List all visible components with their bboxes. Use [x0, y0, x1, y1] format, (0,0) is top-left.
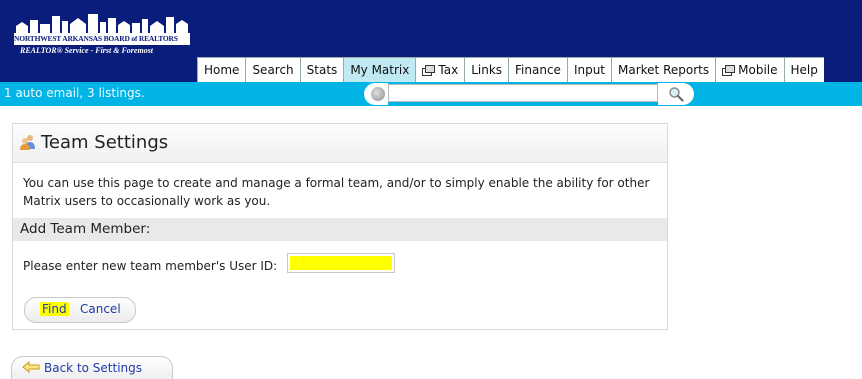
tab-label: Search — [252, 63, 294, 77]
quick-search — [364, 83, 694, 105]
tab-label: Tax — [438, 63, 459, 77]
find-button[interactable]: Find — [40, 302, 69, 316]
tab-label: Market Reports — [618, 63, 710, 77]
page-description: You can use this page to create and mana… — [23, 176, 650, 208]
tab-label: My Matrix — [350, 63, 410, 77]
tab-market-reports[interactable]: Market Reports — [611, 57, 716, 82]
logo-tagline: REALTOR® Service - First & Foremost — [20, 46, 154, 55]
tab-label: Input — [573, 63, 606, 77]
user-id-input[interactable] — [287, 253, 395, 273]
back-arrow-icon — [22, 361, 40, 373]
tab-stats[interactable]: Stats — [299, 57, 344, 82]
team-icon — [20, 135, 35, 150]
section-title: Add Team Member: — [20, 221, 151, 237]
search-left-cap — [364, 83, 388, 105]
team-settings-panel: Team Settings You can use this page to c… — [12, 123, 668, 330]
tab-label: Help — [790, 63, 818, 77]
status-bar: 1 auto email, 3 listings. — [0, 82, 862, 106]
page-title: Team Settings — [41, 132, 169, 153]
back-button-label: Back to Settings — [44, 361, 143, 375]
quick-search-input[interactable] — [388, 84, 658, 102]
tab-label: Home — [204, 63, 240, 77]
auto-email-status[interactable]: 1 auto email, 3 listings. — [4, 86, 145, 100]
nwa-board-logo[interactable]: NORTHWEST ARKANSAS BOARD of REALTORS REA… — [12, 12, 192, 58]
back-to-settings-button[interactable]: Back to Settings — [11, 356, 173, 379]
tab-links[interactable]: Links — [464, 57, 509, 82]
main-nav: Home Search Stats My Matrix Tax Links Fi… — [197, 57, 824, 82]
user-id-input-highlight — [290, 256, 392, 270]
tab-search[interactable]: Search — [245, 57, 300, 82]
tab-tax[interactable]: Tax — [415, 57, 465, 82]
panel-header: Team Settings — [13, 124, 667, 163]
logo-board-name: NORTHWEST ARKANSAS BOARD of REALTORS — [14, 33, 190, 45]
action-buttons: Find Cancel — [24, 297, 136, 323]
tab-home[interactable]: Home — [197, 57, 246, 82]
tab-label: Links — [471, 63, 503, 77]
tab-help[interactable]: Help — [783, 57, 824, 82]
user-id-label: Please enter new team member's User ID: — [23, 259, 278, 273]
cancel-button[interactable]: Cancel — [80, 302, 121, 316]
tab-label: Stats — [306, 63, 338, 77]
site-header: NORTHWEST ARKANSAS BOARD of REALTORS REA… — [0, 0, 862, 82]
tab-label: Finance — [515, 63, 561, 77]
tab-label: Mobile — [738, 63, 778, 77]
search-options-icon[interactable] — [371, 87, 385, 101]
tab-my-matrix[interactable]: My Matrix — [343, 57, 416, 82]
popup-window-icon — [422, 64, 436, 76]
tab-input[interactable]: Input — [566, 57, 612, 82]
magnifier-icon[interactable] — [668, 86, 684, 102]
popup-window-icon — [722, 64, 736, 76]
skyline-logo-icon — [16, 14, 188, 34]
section-header: Add Team Member: — [13, 218, 667, 241]
tab-finance[interactable]: Finance — [508, 57, 567, 82]
tab-mobile[interactable]: Mobile — [715, 57, 784, 82]
